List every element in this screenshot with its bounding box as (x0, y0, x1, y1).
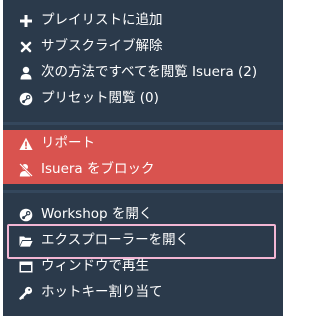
menu-item-label: 次の方法ですべてを閲覧 Isuera (2) (41, 63, 258, 80)
menu-item-label: エクスプローラーを開く (41, 231, 190, 248)
steam-icon (19, 208, 33, 222)
folder-open-icon (19, 234, 33, 248)
menu-item-label: ウィンドウで再生 (41, 257, 149, 274)
menu-divider (3, 122, 283, 125)
menu-item-open-explorer[interactable]: エクスプローラーを開く (3, 229, 283, 252)
menu-item-add-to-playlist[interactable]: プレイリストに追加 (3, 9, 283, 32)
context-menu: プレイリストに追加 サブスクライブ解除 次の方法ですべてを閲覧 Isuera (… (3, 0, 283, 316)
menu-item-label: サブスクライブ解除 (41, 37, 163, 54)
user-block-icon (19, 162, 33, 177)
menu-item-unsubscribe[interactable]: サブスクライブ解除 (3, 35, 283, 58)
menu-item-label: Workshop を開く (41, 205, 153, 222)
steam-icon (19, 92, 33, 106)
menu-item-open-workshop[interactable]: Workshop を開く (3, 203, 283, 226)
user-icon (19, 66, 33, 80)
menu-item-play-in-window[interactable]: ウィンドウで再生 (3, 255, 283, 278)
menu-item-report[interactable]: リポート (3, 132, 283, 155)
window-icon (19, 260, 33, 274)
warning-icon (19, 137, 33, 151)
menu-item-block-user[interactable]: Isuera をブロック (3, 158, 283, 181)
menu-item-label: リポート (41, 134, 95, 151)
menu-item-label: プレイリストに追加 (41, 11, 163, 28)
menu-item-assign-hotkey[interactable]: ホットキー割り当て (3, 281, 283, 304)
close-icon (19, 40, 33, 54)
menu-item-browse-presets[interactable]: プリセット閲覧 (0) (3, 87, 283, 110)
menu-item-label: Isuera をブロック (41, 160, 155, 177)
menu-divider (3, 190, 283, 193)
plus-icon (19, 14, 33, 28)
menu-item-browse-all-by-author[interactable]: 次の方法ですべてを閲覧 Isuera (2) (3, 61, 283, 84)
key-icon (19, 286, 33, 300)
danger-section: リポート Isuera をブロック (3, 130, 283, 184)
menu-item-label: ホットキー割り当て (41, 283, 163, 300)
menu-item-label: プリセット閲覧 (0) (41, 89, 159, 106)
